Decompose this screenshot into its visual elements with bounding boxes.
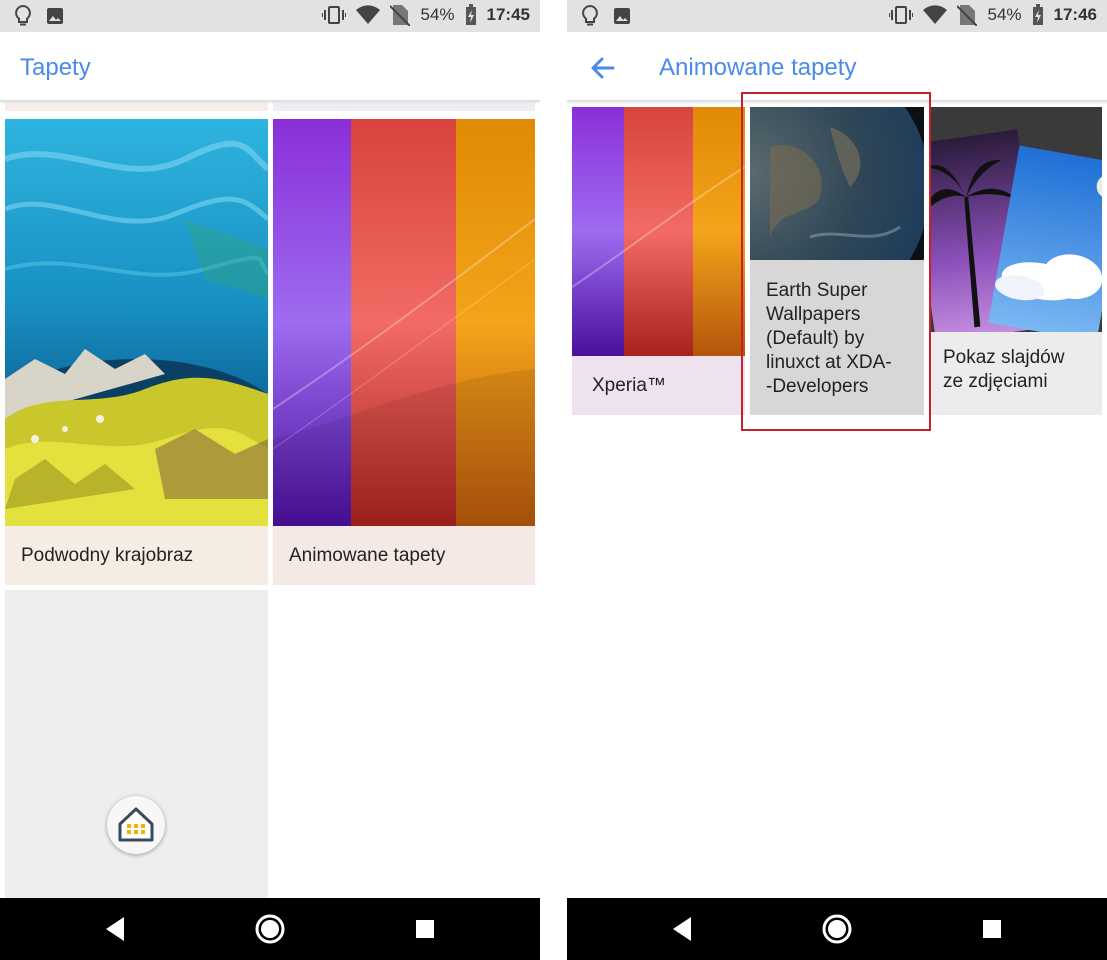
- navigation-bar: [567, 898, 1107, 960]
- tile-label-xperia: Xperia™: [592, 375, 666, 396]
- back-arrow-icon[interactable]: [589, 54, 617, 82]
- home-nav-icon[interactable]: [253, 912, 287, 946]
- vibrate-icon: [322, 6, 347, 24]
- live-wallpaper-preview: [273, 119, 535, 526]
- battery-percentage: 54%: [420, 5, 455, 24]
- wallpaper-tile-underwater[interactable]: Podwodny krajobraz: [5, 119, 268, 585]
- phone-screen-left: 54% 17:45 Tapety Podwodny krajobraz Anim…: [0, 0, 540, 960]
- wallpaper-tile-live[interactable]: Animowane tapety: [273, 119, 535, 585]
- app-bar: Tapety: [0, 32, 540, 102]
- tile-label-live-wallpapers: Animowane tapety: [289, 545, 446, 566]
- live-wallpaper-tile-xperia[interactable]: Xperia™: [572, 107, 745, 415]
- wifi-icon: [923, 5, 948, 25]
- vibrate-icon: [889, 6, 914, 24]
- lightbulb-icon: [582, 5, 598, 26]
- no-sim-icon: [390, 5, 411, 26]
- slideshow-wallpaper-preview: [929, 107, 1102, 343]
- screenshot-divider: [540, 0, 567, 960]
- xperia-wallpaper-preview: [572, 107, 745, 356]
- home-nav-icon[interactable]: [820, 912, 854, 946]
- image-icon: [47, 8, 63, 24]
- page-title: Animowane tapety: [659, 54, 857, 81]
- live-wallpaper-tile-slideshow[interactable]: Pokaz slajdów ze zdjęciami: [929, 107, 1102, 415]
- phone-screen-right: 54% 17:46 Animowane tapety Xperia™ Earth…: [567, 0, 1107, 960]
- highlight-annotation-box: [741, 92, 931, 431]
- no-sim-icon: [957, 5, 978, 26]
- battery-charging-icon: [1032, 4, 1043, 25]
- recents-nav-icon[interactable]: [975, 912, 1009, 946]
- app-bar-shadow: [0, 100, 540, 104]
- status-time: 17:46: [1053, 5, 1097, 24]
- page-title: Tapety: [20, 54, 91, 81]
- recents-nav-icon[interactable]: [408, 912, 442, 946]
- home-launcher-button[interactable]: [107, 796, 165, 854]
- lightbulb-icon: [15, 5, 31, 26]
- underwater-wallpaper-image: [5, 119, 268, 526]
- image-icon: [614, 8, 630, 24]
- back-nav-icon[interactable]: [665, 912, 699, 946]
- tile-caption: Podwodny krajobraz: [5, 526, 268, 585]
- tile-caption: Animowane tapety: [273, 526, 535, 585]
- battery-percentage: 54%: [987, 5, 1022, 24]
- tile-label-underwater: Podwodny krajobraz: [21, 545, 194, 566]
- wifi-icon: [356, 5, 381, 25]
- home-grid-icon: [118, 807, 154, 842]
- battery-charging-icon: [465, 4, 476, 25]
- status-bar: 54% 17:45: [0, 0, 540, 32]
- tile-caption: Pokaz slajdów ze zdjęciami: [929, 332, 1102, 415]
- status-time: 17:45: [486, 5, 530, 24]
- back-nav-icon[interactable]: [98, 912, 132, 946]
- status-bar: 54% 17:46: [567, 0, 1107, 32]
- navigation-bar: [0, 898, 540, 960]
- tile-caption: Xperia™: [572, 356, 745, 415]
- tile-label-slideshow: Pokaz slajdów ze zdjęciami: [943, 347, 1065, 392]
